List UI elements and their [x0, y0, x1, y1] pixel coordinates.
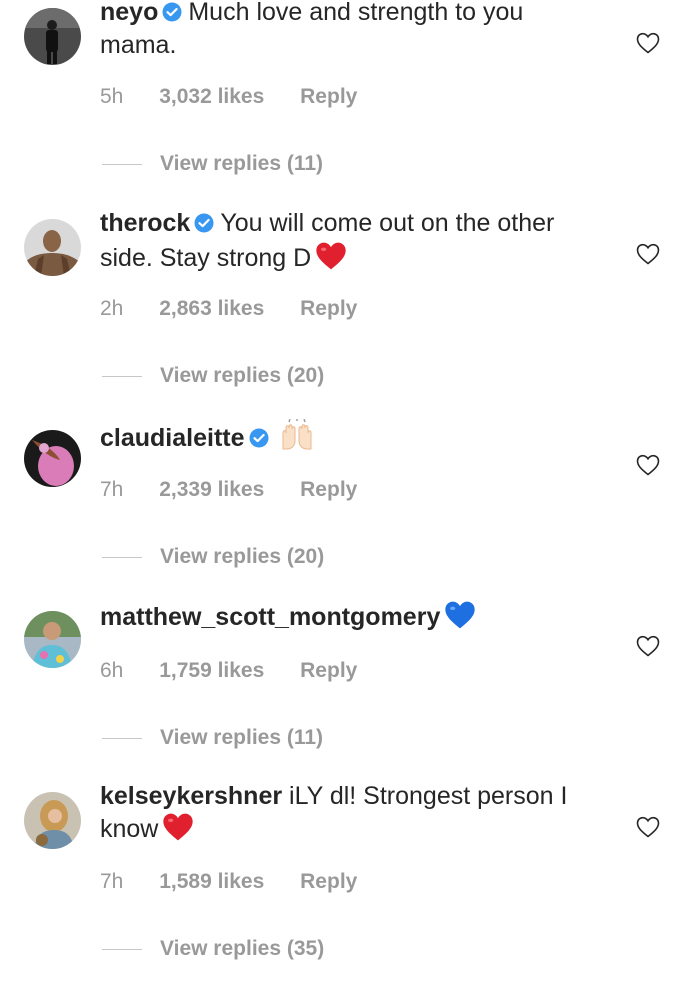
view-replies-button[interactable]: View replies (20) [102, 364, 324, 388]
avatar[interactable] [24, 8, 81, 65]
view-replies-label: View replies (20) [160, 545, 325, 568]
red-heart-emoji-icon [315, 241, 347, 279]
username[interactable]: kelseykershner [100, 782, 282, 810]
divider-line [102, 375, 142, 377]
divider-line [102, 163, 142, 165]
like-heart-icon[interactable] [636, 635, 660, 657]
view-replies-button[interactable]: View replies (11) [102, 726, 323, 750]
comment-meta: 6h 1,759 likes Reply [100, 659, 387, 683]
view-replies-button[interactable]: View replies (35) [102, 937, 324, 961]
raising-hands-emoji-icon [279, 418, 315, 459]
view-replies-label: View replies (11) [160, 726, 324, 749]
comment-meta: 7h 2,339 likes Reply [100, 478, 387, 502]
reply-button[interactable]: Reply [300, 870, 357, 893]
view-replies-label: View replies (11) [160, 152, 324, 175]
avatar[interactable] [24, 792, 81, 849]
comment-meta: 5h 3,032 likes Reply [100, 85, 387, 109]
like-heart-icon[interactable] [636, 32, 660, 54]
avatar[interactable] [24, 611, 81, 668]
verified-badge-icon [162, 0, 182, 30]
likes-count[interactable]: 2,339 likes [159, 478, 264, 501]
comment-text-block: claudialeitte [100, 418, 605, 459]
timestamp: 6h [100, 659, 124, 682]
username[interactable]: neyo [100, 0, 158, 26]
timestamp: 2h [100, 297, 124, 320]
divider-line [102, 737, 142, 739]
view-replies-label: View replies (20) [160, 364, 325, 387]
timestamp: 5h [100, 85, 124, 108]
reply-button[interactable]: Reply [300, 478, 357, 501]
reply-button[interactable]: Reply [300, 659, 357, 682]
red-heart-emoji-icon [162, 812, 194, 850]
comment-text-block: neyo Much love and strength to you mama. [100, 0, 605, 61]
likes-count[interactable]: 1,589 likes [159, 870, 264, 893]
username[interactable]: therock [100, 209, 190, 237]
view-replies-button[interactable]: View replies (20) [102, 545, 324, 569]
comment-text-block: kelseykershner iLY dl! Strongest person … [100, 781, 605, 850]
timestamp: 7h [100, 870, 124, 893]
timestamp: 7h [100, 478, 124, 501]
comment-meta: 2h 2,863 likes Reply [100, 297, 387, 321]
likes-count[interactable]: 1,759 likes [159, 659, 264, 682]
divider-line [102, 948, 142, 950]
like-heart-icon[interactable] [636, 243, 660, 265]
blue-heart-emoji-icon [444, 600, 476, 638]
like-heart-icon[interactable] [636, 816, 660, 838]
comment-meta: 7h 1,589 likes Reply [100, 870, 387, 894]
reply-button[interactable]: Reply [300, 297, 357, 320]
view-replies-button[interactable]: View replies (11) [102, 152, 323, 176]
likes-count[interactable]: 2,863 likes [159, 297, 264, 320]
divider-line [102, 556, 142, 558]
avatar[interactable] [24, 430, 81, 487]
comment-text-block: matthew_scott_montgomery [100, 600, 605, 638]
avatar[interactable] [24, 219, 81, 276]
view-replies-label: View replies (35) [160, 937, 325, 960]
verified-badge-icon [249, 425, 269, 456]
like-heart-icon[interactable] [636, 454, 660, 476]
likes-count[interactable]: 3,032 likes [159, 85, 264, 108]
username[interactable]: claudialeitte [100, 424, 245, 452]
comment-text-block: therock You will come out on the other si… [100, 208, 605, 279]
reply-button[interactable]: Reply [300, 85, 357, 108]
verified-badge-icon [194, 210, 214, 241]
username[interactable]: matthew_scott_montgomery [100, 603, 440, 631]
